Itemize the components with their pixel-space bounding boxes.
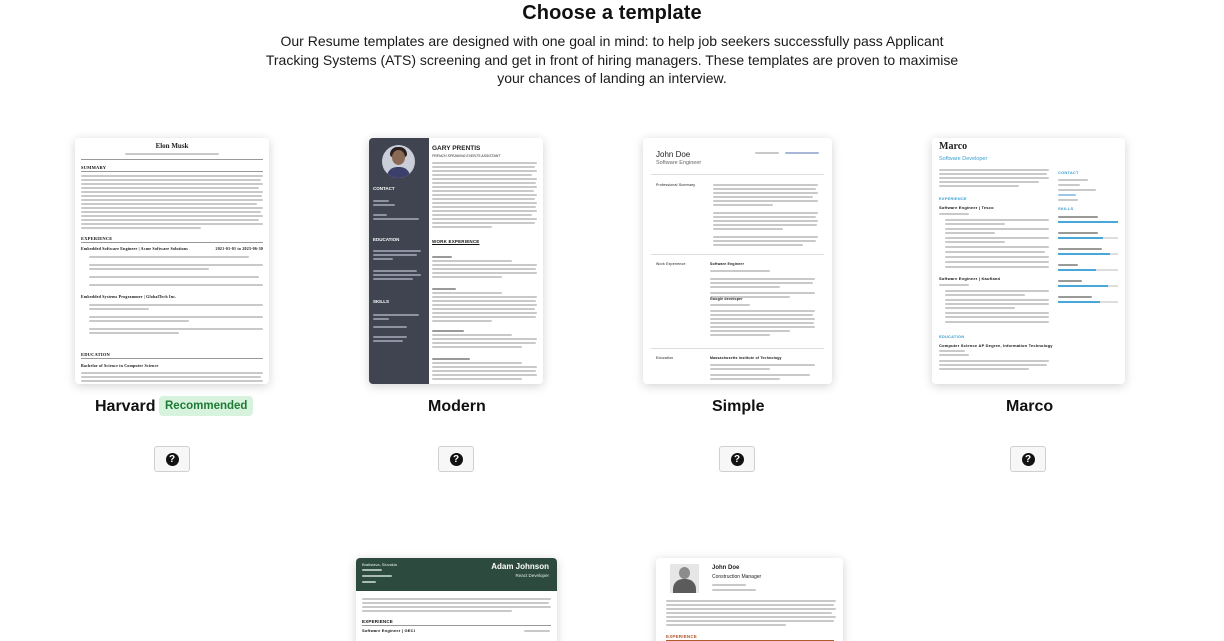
preview-role: Software Engineer — [656, 160, 702, 166]
help-button-marco[interactable]: ? — [1010, 446, 1046, 472]
recommended-badge: Recommended — [159, 396, 254, 416]
template-preview-simple[interactable]: John Doe Software Engineer Professional … — [643, 138, 832, 384]
preview-role: Construction Manager — [712, 574, 762, 580]
preview-name: John Doe — [712, 565, 740, 571]
template-name-harvard: Harvard — [95, 398, 156, 415]
preview-name: GARY PRENTIS — [432, 145, 481, 152]
preview-section-education: EDUCATION — [939, 334, 965, 339]
preview-side-contact: CONTACT — [1058, 170, 1079, 175]
page-intro: Our Resume templates are designed with o… — [265, 33, 959, 86]
preview-location: Bratislava, Slovakia — [362, 562, 397, 567]
preview-section-experience: EXPERIENCE — [939, 196, 967, 201]
question-circle-icon: ? — [730, 452, 744, 466]
preview-education: Massachusetts Institute of Technology — [710, 356, 782, 360]
preview-role: Software Developer — [939, 156, 988, 162]
preview-job-2: Embedded Systems Programmer | GlobalTech… — [81, 294, 177, 299]
preview-section-work-experience: WORK EXPERIENCE — [432, 239, 480, 244]
preview-section-education: EDUCATION — [81, 352, 110, 357]
preview-education: Bachelor of Science in Computer Science — [81, 363, 159, 368]
preview-side-skills: SKILLS — [1058, 206, 1074, 211]
question-circle-icon: ? — [449, 452, 463, 466]
preview-name: Adam Johnson — [491, 562, 549, 571]
avatar-photo — [382, 145, 415, 178]
page-title: Choose a template — [522, 2, 702, 24]
preview-header-banner: Bratislava, Slovakia Adam Johnson React … — [356, 558, 557, 591]
preview-section-experience: EXPERIENCE — [362, 619, 394, 624]
template-preview-harvard[interactable]: Elon Musk SUMMARY EXPERIENCE Embedded So… — [75, 138, 269, 384]
template-name-modern: Modern — [428, 398, 486, 415]
help-button-harvard[interactable]: ? — [154, 446, 190, 472]
question-circle-icon: ? — [165, 452, 179, 466]
preview-section-summary: SUMMARY — [81, 165, 107, 170]
preview-name: John Doe — [656, 150, 691, 159]
template-name-simple: Simple — [712, 398, 765, 415]
preview-side-contact: CONTACT — [373, 186, 395, 191]
template-preview-construction[interactable]: John Doe Construction Manager EXPERIENCE — [656, 558, 843, 641]
template-name-marco: Marco — [1006, 398, 1054, 415]
preview-sidebar: CONTACT EDUCATION SKILLS — [369, 138, 429, 384]
preview-section-experience: EXPERIENCE — [666, 634, 698, 639]
help-button-simple[interactable]: ? — [719, 446, 755, 472]
preview-section-experience: EXPERIENCE — [81, 236, 113, 241]
preview-job-1: Software Engineer | GECI — [362, 628, 416, 633]
template-preview-modern[interactable]: CONTACT EDUCATION SKILLS GARY PRENTIS FR… — [369, 138, 543, 384]
preview-label-work: Work Experience — [656, 262, 686, 266]
preview-name: Elon Musk — [155, 142, 189, 150]
preview-job-2: Google developer — [710, 297, 743, 301]
preview-education: Computer Science AP Degree, Information … — [939, 343, 1053, 348]
help-button-modern[interactable]: ? — [438, 446, 474, 472]
template-preview-adam[interactable]: Bratislava, Slovakia Adam Johnson React … — [356, 558, 557, 641]
preview-side-education: EDUCATION — [373, 237, 400, 242]
preview-label-summary: Professional Summary — [656, 183, 696, 187]
template-preview-marco[interactable]: Marco Software Developer EXPERIENCE Soft… — [932, 138, 1125, 384]
preview-label-education: Education — [656, 356, 674, 360]
preview-job-2: Software Engineer | Kaufland — [939, 276, 1001, 281]
preview-job-1: Embedded Software Engineer | Acme Softwa… — [81, 246, 189, 251]
avatar-placeholder-icon — [670, 564, 699, 593]
preview-job-1: Software Engineer — [710, 262, 745, 266]
preview-job-1: Software Engineer | Tesco — [939, 205, 994, 210]
preview-role: React Developer — [515, 573, 549, 578]
preview-name: Marco — [939, 141, 968, 152]
preview-side-skills: SKILLS — [373, 299, 390, 304]
question-circle-icon: ? — [1021, 452, 1035, 466]
preview-subtitle: FRENCH SPEAKING EVENTS ASSISTANT — [432, 154, 501, 158]
preview-job-1-dates: 2021-01-01 to 2023-06-30 — [215, 246, 263, 251]
